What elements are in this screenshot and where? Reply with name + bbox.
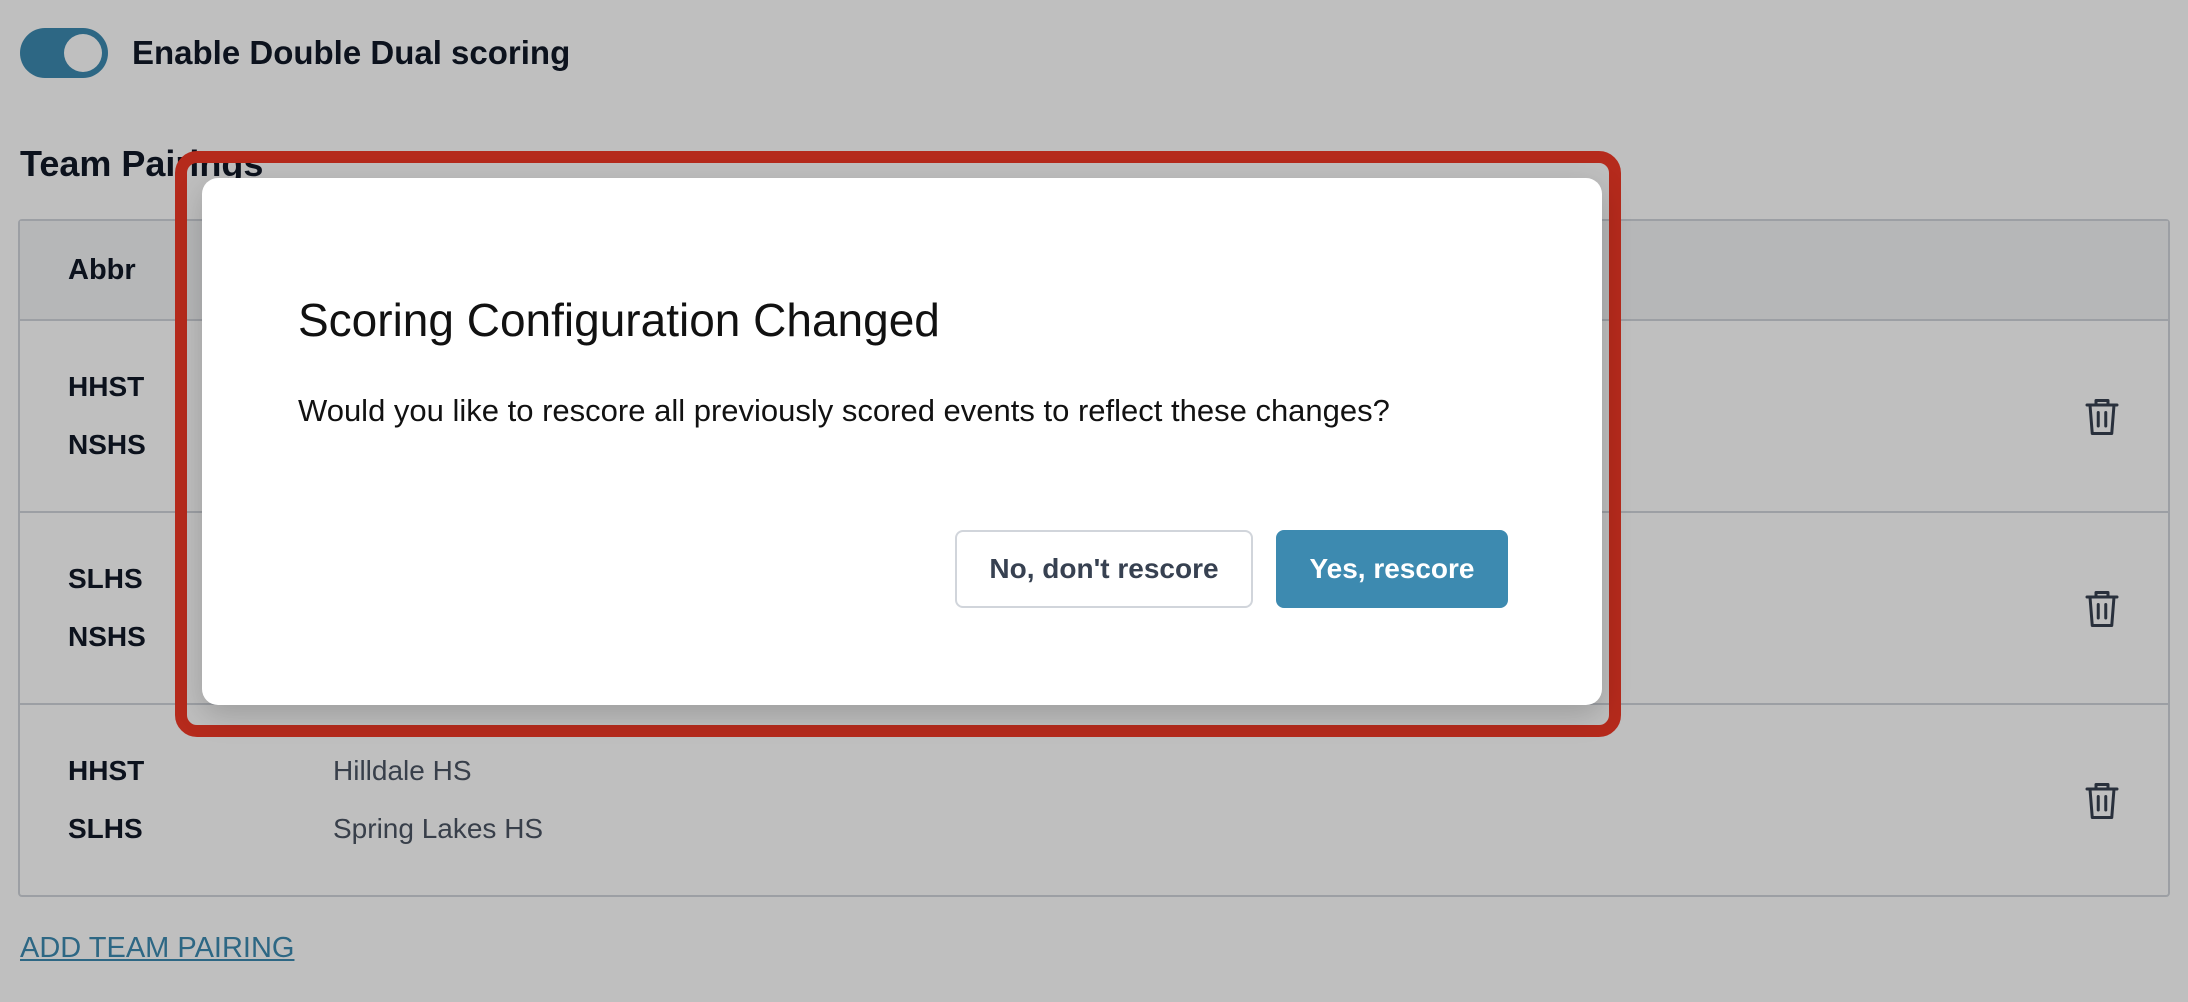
dialog-title: Scoring Configuration Changed [298, 294, 940, 346]
dont-rescore-button[interactable]: No, don't rescore [955, 530, 1253, 608]
dialog-message: Would you like to rescore all previously… [298, 393, 1390, 428]
rescore-button[interactable]: Yes, rescore [1276, 530, 1508, 608]
rescore-confirm-dialog: Scoring Configuration Changed Would you … [202, 178, 1602, 705]
